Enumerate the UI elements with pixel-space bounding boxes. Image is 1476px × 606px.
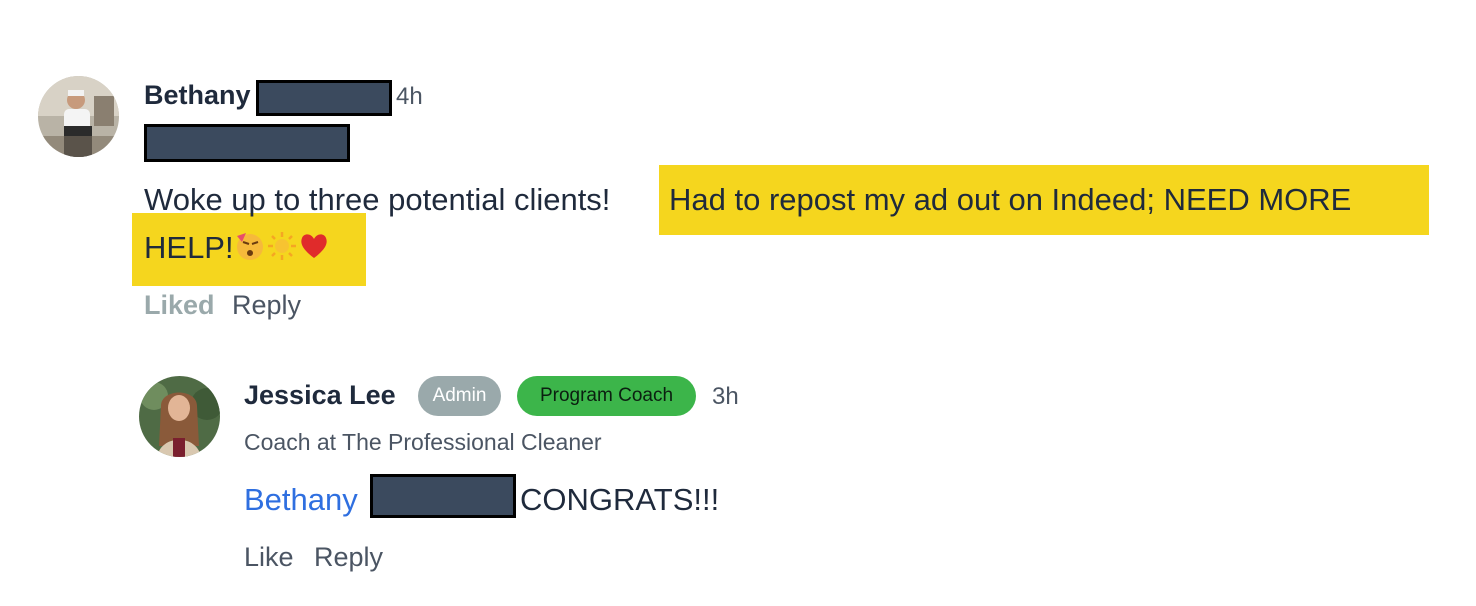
reply-reply-button[interactable]: Reply bbox=[314, 542, 383, 573]
comment-body-plain: Woke up to three potential clients! bbox=[144, 182, 611, 217]
like-button[interactable]: Like bbox=[244, 542, 294, 573]
comment-body-highlight-line1: Had to repost my ad out on Indeed; NEED … bbox=[669, 182, 1352, 217]
reply-author-name[interactable]: Jessica Lee bbox=[244, 380, 396, 411]
help-text: HELP! bbox=[144, 230, 234, 265]
bethany-avatar[interactable] bbox=[38, 76, 119, 157]
comment-author-name[interactable]: Bethany bbox=[144, 80, 251, 111]
comment-body-highlight-line2: HELP! bbox=[144, 230, 330, 270]
mention-link[interactable]: Bethany bbox=[244, 482, 358, 518]
reply-timestamp: 3h bbox=[712, 383, 739, 410]
program-coach-badge: Program Coach bbox=[517, 376, 696, 416]
redacted-mention-last-name bbox=[370, 474, 516, 518]
redacted-last-name bbox=[256, 80, 392, 116]
reply-body: CONGRATS!!! bbox=[520, 482, 720, 517]
reply-author-subtitle: Coach at The Professional Cleaner bbox=[244, 429, 602, 455]
comment-reply-button[interactable]: Reply bbox=[232, 290, 301, 321]
partying-face-icon bbox=[234, 230, 266, 270]
sun-icon bbox=[266, 230, 298, 270]
comment-timestamp: 4h bbox=[396, 83, 423, 110]
redacted-subtitle bbox=[144, 124, 350, 162]
jessica-avatar[interactable] bbox=[139, 376, 220, 457]
liked-button[interactable]: Liked bbox=[144, 290, 215, 321]
red-heart-icon bbox=[298, 230, 330, 270]
admin-badge: Admin bbox=[418, 376, 501, 416]
